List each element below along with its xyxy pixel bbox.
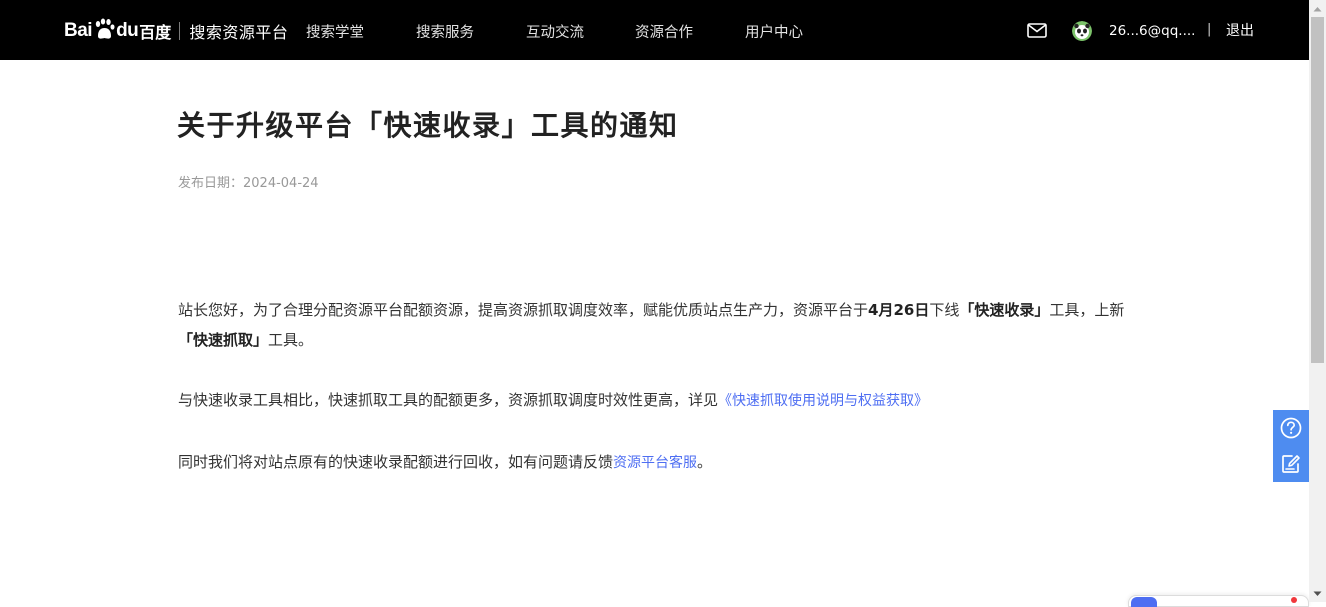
p3-text: 同时我们将对站点原有的快速收录配额进行回收，如有问题请反馈: [178, 453, 614, 471]
article-paragraph-1: 站长您好，为了合理分配资源平台配额资源，提高资源抓取调度效率，赋能优质站点生产力…: [178, 295, 1138, 355]
p1-bold-fast-crawl: 「快速抓取」: [178, 331, 269, 349]
user-separator: |: [1207, 22, 1212, 37]
p1-bold-fast-index: 「快速收录」: [959, 301, 1050, 319]
chat-widget-tab[interactable]: [1128, 595, 1309, 607]
feedback-button[interactable]: [1273, 446, 1309, 482]
nav-item-search-academy[interactable]: 搜索学堂: [306, 23, 364, 43]
chat-widget-pill: [1131, 597, 1157, 607]
mail-icon[interactable]: [1027, 23, 1047, 38]
p2-text: 与快速收录工具相比，快速抓取工具的配额更多，资源抓取调度时效性更高，详见: [178, 391, 719, 409]
floating-tools-panel: [1273, 410, 1309, 482]
panda-avatar-icon[interactable]: [1072, 21, 1092, 41]
p1-text-1: 站长您好，为了合理分配资源平台配额资源，提高资源抓取调度效率，赋能优质站点生产力…: [178, 301, 869, 319]
p1-bold-date: 4月26日: [868, 301, 930, 319]
baidu-search-resource-logo[interactable]: Bai du 百度 搜索资源平台: [64, 14, 288, 48]
article-paragraph-2: 与快速收录工具相比，快速抓取工具的配额更多，资源抓取调度时效性更高，详见《快速抓…: [178, 385, 1138, 416]
top-nav-bar: Bai du 百度 搜索资源平台 搜索学堂 搜索服务 互动交流 资源合作 用户中…: [0, 0, 1309, 60]
nav-item-resource-cooperation[interactable]: 资源合作: [635, 23, 693, 43]
article-paragraph-3: 同时我们将对站点原有的快速收录配额进行回收，如有问题请反馈资源平台客服。: [178, 447, 1138, 478]
p3-end: 。: [697, 453, 713, 471]
help-button[interactable]: [1273, 410, 1309, 446]
logo-divider: [179, 22, 181, 40]
notification-dot: [1291, 597, 1297, 603]
logo-bai-text: Bai: [64, 20, 93, 41]
nav-item-search-services[interactable]: 搜索服务: [416, 23, 474, 43]
scrollbar-thumb[interactable]: [1311, 17, 1324, 363]
scroll-up-arrow-icon[interactable]: [1309, 0, 1326, 17]
logout-link[interactable]: 退出: [1226, 22, 1254, 40]
help-question-icon: [1280, 417, 1302, 439]
vertical-scrollbar[interactable]: [1309, 0, 1326, 602]
article-title: 关于升级平台「快速收录」工具的通知: [177, 109, 679, 142]
p1-text-3: 工具，上新: [1049, 301, 1125, 319]
p1-text-2: 下线: [929, 301, 960, 319]
feedback-edit-icon: [1282, 455, 1300, 473]
scroll-down-arrow-icon[interactable]: [1309, 585, 1326, 602]
user-account-name[interactable]: 26...6@qq....: [1109, 22, 1195, 40]
nav-item-user-center[interactable]: 用户中心: [745, 23, 803, 43]
p1-text-4: 工具。: [268, 331, 314, 349]
nav-item-interaction[interactable]: 互动交流: [526, 23, 584, 43]
publish-date: 发布日期：2024-04-24: [178, 176, 319, 191]
customer-service-link[interactable]: 资源平台客服: [613, 455, 697, 471]
baidu-paw-icon: [95, 18, 115, 39]
logo-du-text: du: [116, 20, 139, 41]
logo-baidu-cn-text: 百度: [139, 23, 172, 42]
logo-platform-name: 搜索资源平台: [189, 23, 289, 42]
fast-crawl-guide-link[interactable]: 《快速抓取使用说明与权益获取》: [718, 393, 928, 409]
